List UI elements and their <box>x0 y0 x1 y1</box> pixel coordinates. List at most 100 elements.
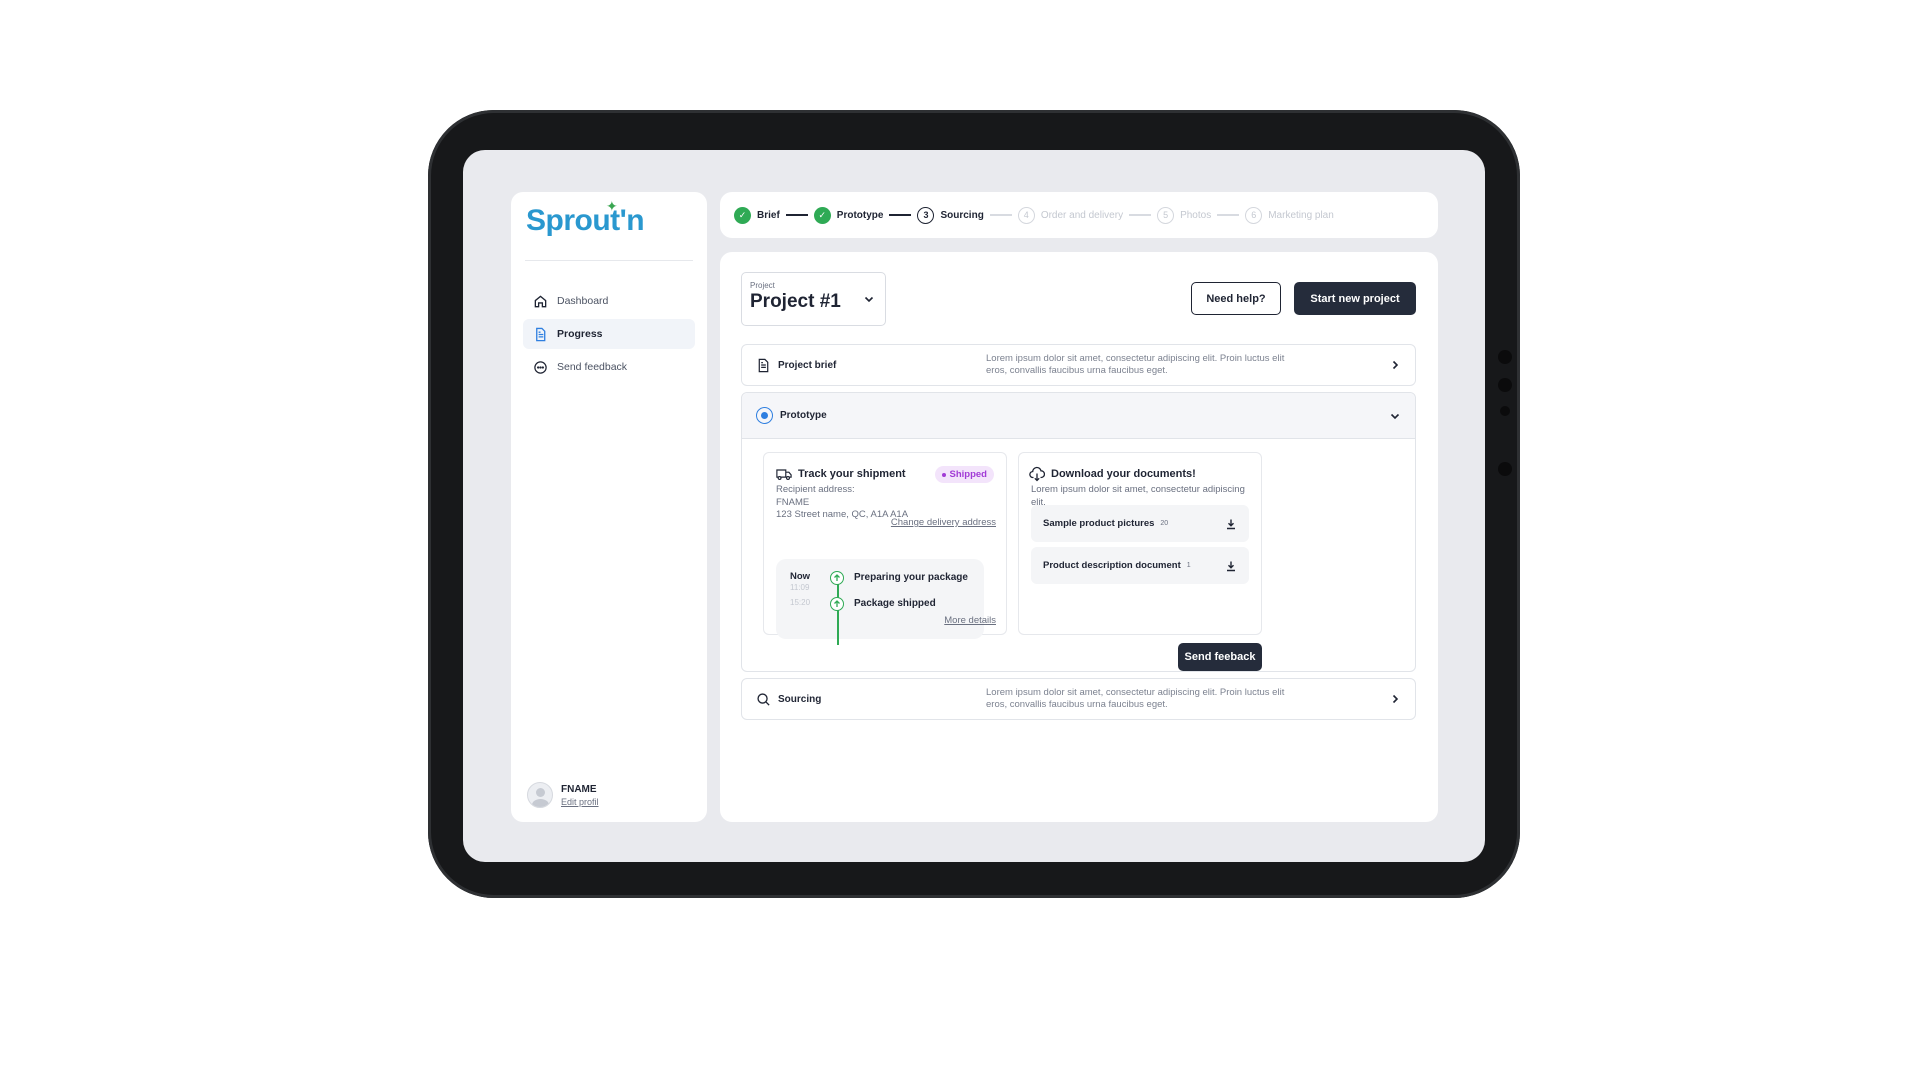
sidebar-divider <box>525 260 693 261</box>
avatar[interactable] <box>527 782 553 808</box>
brand-logo[interactable]: Sprout'n ✦ <box>526 198 645 238</box>
download-icon[interactable] <box>1225 560 1237 572</box>
document-count: 20 <box>1160 520 1169 527</box>
arrow-up-icon <box>830 571 844 585</box>
recipient-label: Recipient address: <box>776 484 855 495</box>
document-icon <box>758 358 769 372</box>
document-count: 1 <box>1186 562 1191 569</box>
profile-block: FNAME Edit profil <box>527 782 599 808</box>
step-label: Prototype <box>836 209 884 221</box>
camera-dot <box>1498 462 1512 476</box>
chat-bubble-icon <box>534 360 547 374</box>
document-name: Product description document <box>1043 560 1181 571</box>
step-marketing-plan[interactable]: 6 Marketing plan <box>1245 206 1334 224</box>
shipment-timeline: Now 11:09 Preparing your package 15:20 Pa… <box>776 559 984 645</box>
project-select-label: Project <box>750 281 775 290</box>
recipient-name: FNAME <box>776 496 810 508</box>
profile-name: FNAME <box>561 783 597 795</box>
step-label: Order and delivery <box>1040 209 1124 221</box>
event-label: Preparing your package <box>854 572 968 583</box>
home-icon <box>534 294 547 307</box>
search-icon <box>757 692 770 706</box>
chevron-down-icon <box>1390 413 1400 419</box>
card-title: Download your documents! <box>1051 468 1196 480</box>
step-number: 3 <box>917 206 935 224</box>
progress-stepper: ✓ Brief ✓ Prototype 3 Sourcing 4 Order a… <box>720 192 1438 238</box>
truck-icon <box>776 469 792 480</box>
document-row[interactable]: Sample product pictures 20 <box>1031 505 1249 542</box>
sidebar-item-send-feedback[interactable]: Send feedback <box>523 352 695 382</box>
more-details-link[interactable]: More details <box>944 615 996 626</box>
leaf-icon: ✦ <box>606 198 618 214</box>
project-name: Project #1 <box>750 291 841 312</box>
card-title: Track your shipment <box>798 468 906 480</box>
step-number: 6 <box>1245 206 1263 224</box>
sidebar-item-label: Send feedback <box>557 361 628 373</box>
status-badge-label: Shipped <box>949 469 987 480</box>
sidebar: Sprout'n ✦ Dashboard Progress Send feedb… <box>511 192 707 822</box>
section-description: Lorem ipsum dolor sit amet, consectetur … <box>986 686 1285 711</box>
change-delivery-address-link[interactable]: Change delivery address <box>891 517 996 528</box>
step-connector <box>785 214 808 216</box>
main-panel: Project Project #1 Need help? Start new … <box>720 252 1438 822</box>
step-sourcing[interactable]: 3 Sourcing <box>917 206 984 224</box>
start-new-project-button[interactable]: Start new project <box>1294 282 1416 315</box>
section-project-brief[interactable]: Project brief Lorem ipsum dolor sit amet… <box>741 344 1416 386</box>
document-row[interactable]: Product description document 1 <box>1031 547 1249 584</box>
step-number: 4 <box>1017 206 1035 224</box>
step-brief[interactable]: ✓ Brief <box>734 206 780 224</box>
status-badge: Shipped <box>934 466 994 483</box>
step-photos[interactable]: 5 Photos <box>1157 206 1212 224</box>
shipment-card: Track your shipment Shipped Recipient ad… <box>763 452 1007 645</box>
camera-dot <box>1498 350 1512 364</box>
step-prototype[interactable]: ✓ Prototype <box>813 206 884 224</box>
step-label: Photos <box>1180 209 1212 221</box>
event-label: Package shipped <box>854 598 936 609</box>
step-connector <box>1217 214 1240 216</box>
timeline-event: 15:20 Package shipped <box>790 597 936 611</box>
need-help-button[interactable]: Need help? <box>1191 282 1281 315</box>
step-order-and-delivery[interactable]: 4 Order and delivery <box>1017 206 1124 224</box>
sidebar-item-dashboard[interactable]: Dashboard <box>523 286 695 316</box>
timeline-event: Now 11:09 Preparing your package <box>790 571 968 592</box>
recipient-address: 123 Street name, QC, A1A A1A <box>776 509 909 520</box>
step-connector <box>889 214 912 216</box>
step-connector <box>1129 214 1152 216</box>
chevron-right-icon <box>1392 694 1399 704</box>
sidebar-item-progress[interactable]: Progress <box>523 319 695 349</box>
sidebar-item-label: Dashboard <box>557 295 609 307</box>
camera-dot <box>1500 406 1510 416</box>
sidebar-item-label: Progress <box>557 328 603 340</box>
event-time: Now <box>790 571 811 582</box>
section-title: Prototype <box>780 410 827 421</box>
arrow-up-icon <box>830 597 844 611</box>
section-prototype: Prototype Track your shipment Shipped Re… <box>741 392 1416 672</box>
project-select[interactable]: Project Project #1 <box>741 272 886 326</box>
chevron-down-icon <box>864 296 874 303</box>
section-title: Sourcing <box>778 693 822 705</box>
download-icon[interactable] <box>1225 518 1237 530</box>
brand-name: Sprout'n <box>526 204 645 237</box>
cloud-download-icon <box>1029 466 1045 482</box>
step-number: 5 <box>1157 206 1175 224</box>
event-subtime: 11:09 <box>790 583 810 592</box>
step-connector <box>989 214 1012 216</box>
check-icon: ✓ <box>734 206 751 224</box>
edit-profile-link[interactable]: Edit profil <box>561 797 599 807</box>
chevron-right-icon <box>1392 360 1399 370</box>
section-description: Lorem ipsum dolor sit amet, consectetur … <box>986 352 1285 377</box>
app-screen: Sprout'n ✦ Dashboard Progress Send feedb… <box>463 150 1485 862</box>
step-label: Sourcing <box>940 209 984 221</box>
check-icon: ✓ <box>813 206 831 224</box>
documents-card: Download your documents! Lorem ipsum dol… <box>1018 452 1262 635</box>
step-label: Marketing plan <box>1268 209 1334 221</box>
event-subtime: 15:20 <box>790 598 811 607</box>
camera-dot <box>1498 378 1512 392</box>
send-feedback-button[interactable]: Send feeback <box>1178 643 1262 671</box>
section-sourcing[interactable]: Sourcing Lorem ipsum dolor sit amet, con… <box>741 678 1416 720</box>
radio-selected-icon <box>756 407 773 424</box>
sidebar-nav: Dashboard Progress Send feedback <box>523 286 695 385</box>
step-label: Brief <box>757 209 780 221</box>
prototype-header[interactable]: Prototype <box>742 393 1415 439</box>
document-icon <box>536 327 546 341</box>
